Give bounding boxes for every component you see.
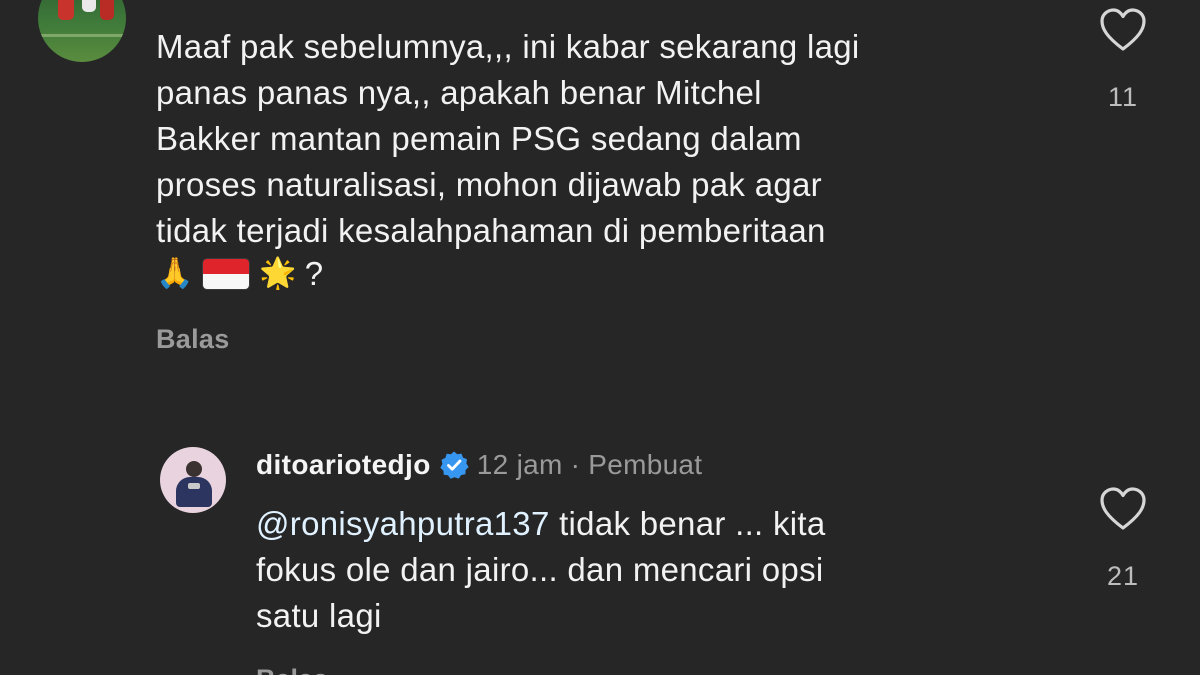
reply-username[interactable]: ditoariotedjo — [256, 449, 431, 481]
top-comment-avatar[interactable] — [38, 0, 126, 62]
reply-button[interactable]: Balas — [156, 324, 230, 355]
like-heart-icon[interactable] — [1099, 487, 1147, 531]
avatar-field-line — [38, 34, 126, 37]
mention-link[interactable]: @ronisyahputra137 — [256, 505, 550, 542]
comment-line: @ronisyahputra137 tidak benar ... kita — [256, 501, 1016, 547]
top-comment-text: Maaf pak sebelumnya,,, ini kabar sekaran… — [156, 24, 1076, 254]
comment-line: Bakker mantan pemain PSG sedang dalam — [156, 120, 802, 157]
creator-label: Pembuat — [588, 449, 703, 480]
avatar-head — [186, 461, 202, 477]
reply-comment-text: @ronisyahputra137 tidak benar ... kita f… — [256, 501, 1016, 639]
glowing-star-icon: 🌟 — [259, 256, 297, 291]
comment-line: tidak terjadi kesalahpahaman di pemberit… — [156, 212, 826, 249]
verified-badge-icon — [439, 450, 469, 480]
comment-line: panas panas nya,, apakah benar Mitchel — [156, 74, 762, 111]
avatar-figure — [58, 0, 74, 20]
like-heart-icon[interactable] — [1099, 8, 1147, 52]
comment-line: proses naturalisasi, mohon dijawab pak a… — [156, 166, 822, 203]
pray-icon: 🙏 — [156, 256, 194, 291]
comment-thread: Maaf pak sebelumnya,,, ini kabar sekaran… — [0, 0, 1200, 675]
like-count: 21 — [1106, 561, 1140, 591]
comment-line: fokus ole dan jairo... dan mencari opsi — [256, 551, 824, 588]
indonesia-flag-icon — [203, 259, 250, 289]
avatar-figure — [82, 0, 96, 12]
reply-button[interactable]: Balas — [256, 664, 328, 675]
top-comment-emoji-row: 🙏 🌟 ? — [156, 254, 323, 294]
reply-header: ditoariotedjo 12 jam · Pembuat — [256, 445, 702, 485]
reply-time: 12 jam — [476, 449, 563, 480]
comment-trailing-text: ? — [304, 255, 324, 292]
like-count: 11 — [1107, 82, 1139, 112]
avatar-detail — [188, 483, 200, 489]
comment-line: satu lagi — [256, 597, 382, 634]
meta-separator: · — [570, 449, 581, 480]
reply-avatar[interactable] — [160, 447, 226, 513]
avatar-figure — [100, 0, 114, 20]
comment-line-rest: tidak benar ... kita — [549, 505, 826, 542]
comment-line: Maaf pak sebelumnya,,, ini kabar sekaran… — [156, 28, 860, 65]
avatar-body — [176, 477, 212, 507]
